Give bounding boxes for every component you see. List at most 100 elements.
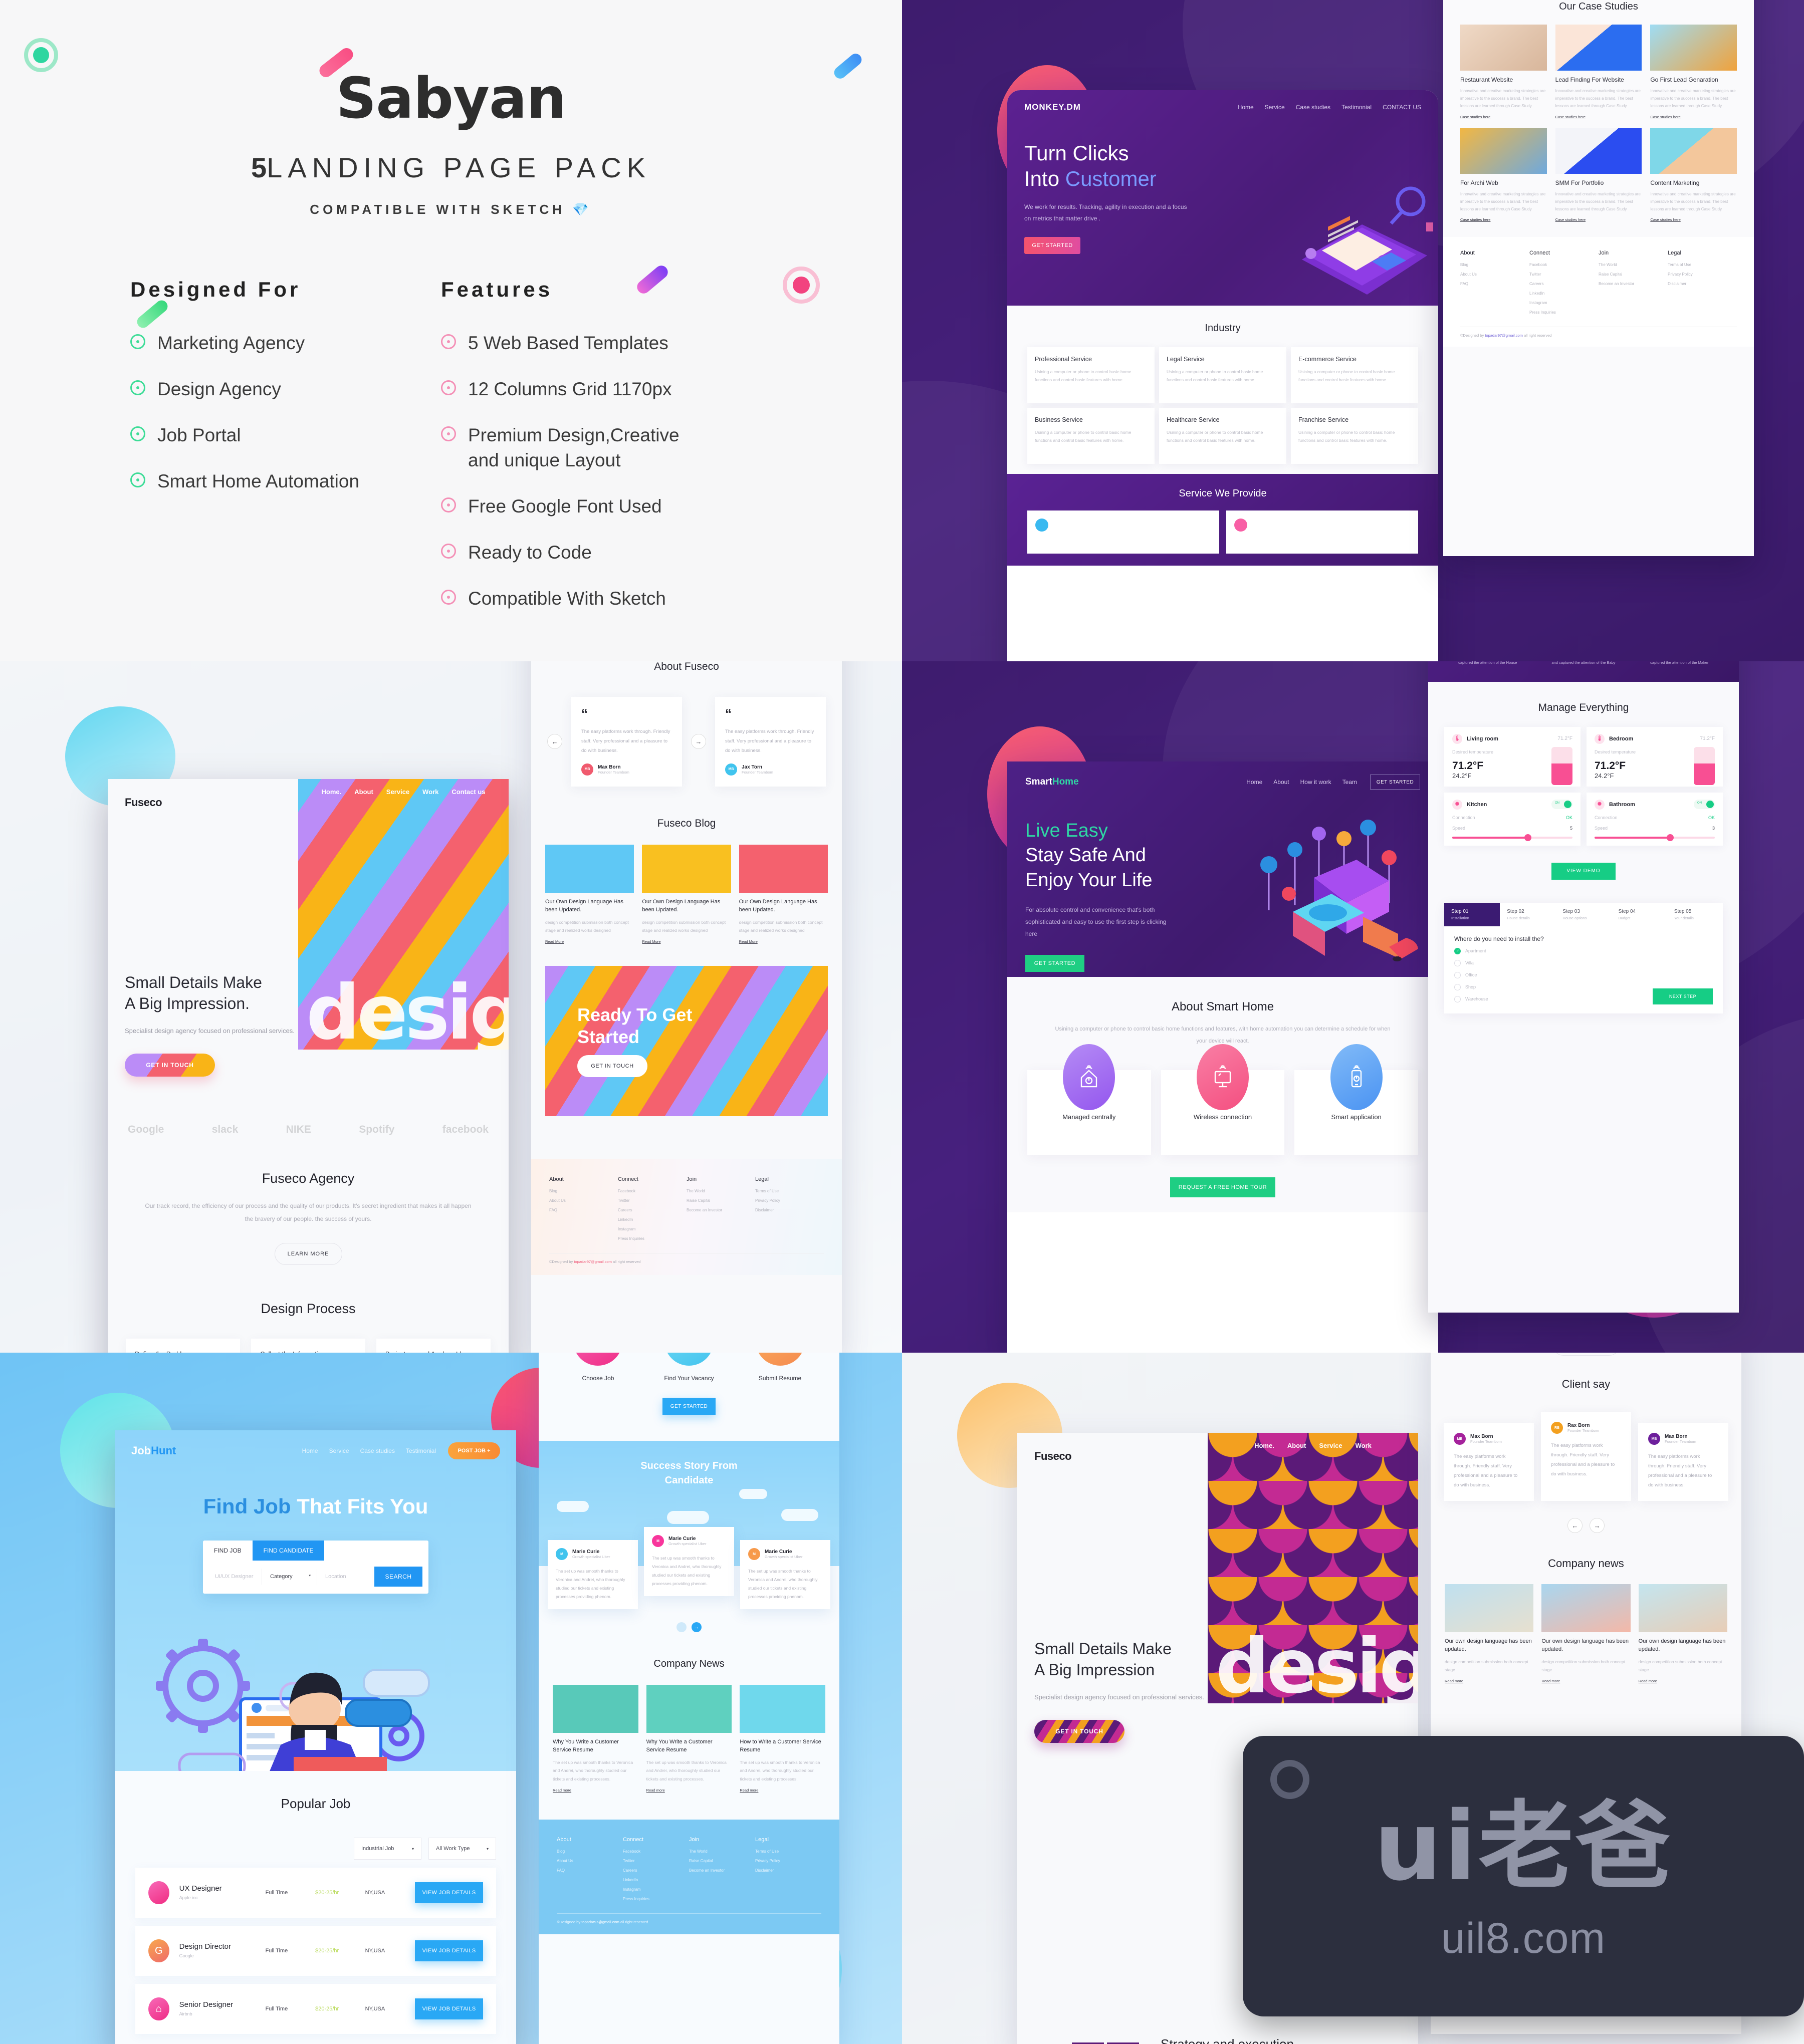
nav-get-started-button[interactable]: GET STARTED (1370, 775, 1420, 790)
monkeydm-mock: MONKEY.DM Home Service Case studies Test… (1007, 90, 1438, 661)
nav-item-home[interactable]: Home (1238, 104, 1254, 111)
nav-item-contact[interactable]: CONTACT US (1383, 104, 1421, 111)
location-input[interactable]: Location (319, 1569, 372, 1585)
table-row[interactable]: ⌂ Senior Designer Airbnb Full Time $20-25… (135, 1984, 496, 2034)
service-card[interactable] (1027, 510, 1219, 554)
bullet-icon (441, 380, 456, 395)
worktype-filter-select[interactable]: All Work Type ▾ (428, 1838, 496, 1860)
list-item-label: Free Google Font Used (468, 495, 662, 517)
logo-job: Job (131, 1444, 151, 1457)
view-job-details-button[interactable]: VIEW JOB DETAILS (415, 1940, 483, 1961)
get-started-button[interactable]: GET STARTED (1024, 236, 1080, 254)
cover-columns: Designed For Marketing Agency Design Age… (0, 278, 902, 632)
post-job-button[interactable]: POST JOB + (448, 1442, 500, 1459)
job-filters: Industrial Job ▾ All Work Type ▾ (135, 1838, 496, 1860)
nav-item-home[interactable]: Home (302, 1447, 318, 1454)
get-in-touch-button[interactable]: GET IN TOUCH (1034, 1719, 1124, 1743)
job-title: Design Director (179, 1942, 231, 1951)
industry-card-body: Usining a computer or phone to control b… (1167, 430, 1263, 443)
analytics-illustration-icon (1302, 186, 1433, 295)
process-card: Collect the InformationYou can't find a … (251, 1338, 365, 1353)
list-item: Free Google Font Used (441, 494, 752, 519)
service-card[interactable] (1226, 510, 1418, 554)
designed-for-heading: Designed For (130, 278, 301, 301)
nav-item-work[interactable]: Work (422, 788, 438, 796)
nav-item-service[interactable]: Service (1319, 1442, 1342, 1449)
circle-logo-icon (1270, 1760, 1309, 1799)
nav-item-contact[interactable]: Contact us (452, 788, 485, 796)
nav-item-how-it-work[interactable]: How it work (1300, 779, 1331, 786)
industry-card[interactable]: Healthcare Service Usining a computer or … (1159, 408, 1286, 464)
keyword-input[interactable]: UI/UX Designer (209, 1569, 262, 1585)
view-job-details-button[interactable]: VIEW JOB DETAILS (415, 1882, 483, 1903)
jobhunt-mock: JobHunt Home Service Case studies Testim… (115, 1430, 516, 2044)
tab-find-job[interactable]: FIND JOB (203, 1541, 253, 1561)
nav-item-testimonial[interactable]: Testimonial (406, 1447, 436, 1454)
nav-item-home[interactable]: Home (1246, 779, 1262, 786)
company-logo-google-icon: G (148, 1939, 169, 1962)
job-type: Full Time (265, 1948, 288, 1954)
search-tabs: FIND JOB FIND CANDIDATE (203, 1541, 428, 1561)
job-location: NY,USA (365, 2006, 385, 2012)
industry-title: Industry (1205, 323, 1241, 334)
table-row[interactable]: G Design Director Google Full Time $20-25… (135, 1926, 496, 1976)
learn-more-button[interactable]: LEARN MORE (274, 1242, 342, 1265)
service-icon (1234, 519, 1247, 532)
list-item-label: Marketing Agency (157, 333, 305, 353)
nav-item-service[interactable]: Service (1265, 104, 1285, 111)
feature-card: Smart application (1294, 1044, 1418, 1156)
view-job-details-button[interactable]: VIEW JOB DETAILS (415, 1998, 483, 2019)
search-button[interactable]: SEARCH (374, 1567, 422, 1587)
job-location: NY,USA (365, 1890, 385, 1896)
nav-item-about[interactable]: About (354, 788, 373, 796)
request-home-tour-button[interactable]: REQUEST A FREE HOME TOUR (1170, 1177, 1275, 1198)
nav-item-service[interactable]: Service (329, 1447, 349, 1454)
bullet-icon (441, 589, 456, 605)
nav-item-about[interactable]: About (1287, 1442, 1306, 1449)
watermark-badge: ui老爸 uil8.com (1243, 1736, 1804, 2016)
industry-card[interactable]: E-commerce Service Usining a computer or … (1291, 347, 1418, 403)
smarthome-header: SmartHome Home About How it work Team GE… (1025, 775, 1420, 790)
nav-item-about[interactable]: About (1273, 779, 1289, 786)
subtitle-number: 5 (251, 152, 267, 183)
nav-item-service[interactable]: Service (386, 788, 409, 796)
industry-card[interactable]: Professional Service Usining a computer o… (1027, 347, 1155, 403)
monitor-wifi-icon (1196, 1044, 1249, 1111)
industry-card[interactable]: Business Service Usining a computer or ph… (1027, 408, 1155, 464)
about-body: Usining a computer or phone to control b… (1055, 1026, 1391, 1045)
list-item: Marketing Agency (130, 331, 441, 356)
tab-find-candidate[interactable]: FIND CANDIDATE (252, 1541, 325, 1561)
nav-item-case-studies[interactable]: Case studies (1296, 104, 1330, 111)
search-fields: UI/UX Designer Category ▾ Location SEARCH (203, 1561, 428, 1594)
bullet-icon (130, 472, 145, 487)
brand-facebook: facebook (442, 1124, 489, 1135)
industry-card[interactable]: Franchise Service Usining a computer or p… (1291, 408, 1418, 464)
monkeydm-header: MONKEY.DM Home Service Case studies Test… (1024, 102, 1421, 112)
nav-item-case-studies[interactable]: Case studies (360, 1447, 395, 1454)
smarthome-logo: SmartHome (1025, 777, 1079, 788)
category-select[interactable]: Category ▾ (264, 1569, 317, 1585)
get-started-button[interactable]: GET STARTED (1025, 955, 1084, 972)
list-item: Premium Design,Creative and unique Layou… (441, 423, 752, 473)
industry-card-title: Business Service (1035, 416, 1083, 423)
job-type: Full Time (265, 1890, 288, 1896)
nav-item-home[interactable]: Home. (322, 788, 342, 796)
list-item-label: 12 Columns Grid 1170px (468, 378, 672, 399)
subtitle: 5LANDING PAGE PACK (0, 151, 902, 184)
job-salary: $20-25/hr (315, 2006, 339, 2012)
monkeydm-service-section: Service We Provide (1007, 474, 1438, 566)
nav-item-team[interactable]: Team (1342, 779, 1357, 786)
job-company: Airbnb (179, 2011, 192, 2016)
industry-filter-select[interactable]: Industrial Job ▾ (354, 1838, 421, 1860)
headline-line-2: A Big Impression (1034, 1661, 1155, 1679)
industry-card[interactable]: Legal Service Usining a computer or phone… (1159, 347, 1286, 403)
fuseco-panel: Fuseco Home. About Service Work Contact … (0, 661, 902, 1353)
nav-item-work[interactable]: Work (1356, 1442, 1372, 1449)
decor-circle-cyan-2 (616, 1227, 742, 1353)
nav-item-testimonial[interactable]: Testimonial (1341, 104, 1372, 111)
nav-item-home[interactable]: Home. (1254, 1442, 1274, 1449)
chevron-down-icon: ▾ (486, 1846, 489, 1851)
get-in-touch-button[interactable]: GET IN TOUCH (125, 1053, 215, 1077)
table-row[interactable]: UX Designer Apple inc Full Time $20-25/hr… (135, 1868, 496, 1918)
bullet-icon (130, 380, 145, 395)
